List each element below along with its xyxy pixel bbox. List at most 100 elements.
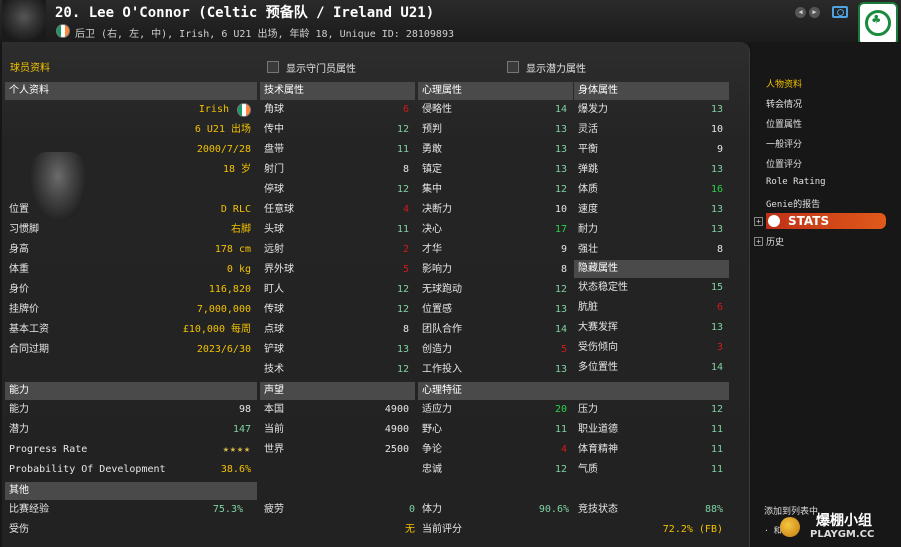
hidden-attr-value: 3: [716, 342, 723, 353]
technical-list: 角球 6 传中 12 盘带 11 射门 8 停球 12 任意球 4 头球 11 远射 2 界外球 5 盯人 12 传球 1…: [260, 100, 415, 380]
mental-attr-value: 13: [554, 364, 567, 375]
ireland-flag-icon: [56, 24, 70, 38]
mental-trait-value: 11: [710, 464, 723, 475]
technical-attr-row: 头球 11: [260, 220, 415, 240]
technical-attr-value: 6: [402, 104, 409, 115]
physical-attr-value: 13: [710, 164, 723, 175]
ability-column: 能力 能力 98 潜力 147 Progress Rate ★★★★ Proba…: [5, 382, 257, 480]
current-ability-value: 98: [238, 404, 251, 415]
physical-attr-value: 8: [716, 244, 723, 255]
sidebar-item-history[interactable]: 历史: [766, 235, 784, 248]
show-gk-attributes-checkbox[interactable]: [267, 61, 279, 73]
mental-attr-row: 无球跑动 12: [418, 280, 573, 300]
fatigue-value: 0: [408, 504, 415, 515]
title-bar: 20. Lee O'Connor (Celtic 预备队 / Ireland U…: [0, 0, 901, 46]
fatigue-label: 疲劳: [264, 504, 284, 515]
stats-expand-toggle[interactable]: +: [754, 217, 763, 226]
other-row-1: 比赛经验 75.3% 疲劳 0 体力 90.6% 竞技状态 88%: [5, 500, 729, 520]
mental-attr-label: 决断力: [422, 204, 452, 215]
personal-detail-value: 2023/6/30: [196, 344, 251, 355]
reputation-row: 世界 2500: [260, 440, 415, 460]
mental-attr-value: 9: [560, 244, 567, 255]
mental-attr-label: 工作投入: [422, 364, 462, 375]
mental-trait-row: 适应力 20 压力 12: [418, 400, 729, 420]
technical-attr-label: 停球: [264, 184, 284, 195]
technical-attr-value: 8: [402, 164, 409, 175]
show-potential-attributes-label: 显示潜力属性: [526, 64, 586, 75]
mental-attr-row: 位置感 13: [418, 300, 573, 320]
physical-attr-label: 强壮: [578, 244, 598, 255]
sidebar-item-positions[interactable]: 位置属性: [766, 117, 802, 130]
reputation-header: 声望: [260, 382, 415, 400]
next-player-button[interactable]: ▶: [809, 7, 820, 18]
personal-info-header: 个人资料: [5, 82, 257, 100]
personal-detail-row: 合同过期 2023/6/30: [5, 340, 257, 360]
mental-attr-value: 12: [554, 184, 567, 195]
hidden-attr-label: 大赛发挥: [578, 322, 618, 333]
mental-trait-label: 压力: [578, 404, 598, 415]
history-expand-toggle[interactable]: +: [754, 237, 763, 246]
physical-column: 身体属性 爆发力 13 灵活 10 平衡 9 弹跳 13 体质 16 速度 13 耐力 13 强壮 8 隐藏属…: [574, 82, 729, 378]
mental-attr-label: 集中: [422, 184, 442, 195]
mental-attr-row: 勇敢 13: [418, 140, 573, 160]
technical-attr-row: 任意球 4: [260, 200, 415, 220]
injury-label: 受伤: [9, 524, 29, 535]
mental-trait-label: 忠诚: [422, 464, 442, 475]
technical-attr-row: 远射 2: [260, 240, 415, 260]
sidebar-item-position-rating[interactable]: 位置评分: [766, 157, 802, 170]
sidebar-item-stats[interactable]: STATS: [766, 213, 886, 229]
mental-attr-label: 侵略性: [422, 104, 452, 115]
age-value: 18 岁: [222, 164, 251, 175]
other-row-2: 受伤 无 当前评分 72.2% (FB): [5, 520, 729, 540]
hidden-attr-value: 15: [710, 282, 723, 293]
hidden-attr-row: 肮脏 6: [574, 298, 729, 318]
technical-attr-label: 点球: [264, 324, 284, 335]
personal-detail-value: 7,000,000: [196, 304, 251, 315]
hidden-attr-label: 受伤倾向: [578, 342, 618, 353]
potential-ability-label: 潜力: [9, 424, 29, 435]
hidden-header: 隐藏属性: [574, 260, 729, 278]
football-logo-icon: [780, 517, 800, 537]
physical-attr-value: 13: [710, 224, 723, 235]
mental-trait-row: 忠诚 12 气质 11: [418, 460, 729, 480]
previous-player-button[interactable]: ◀: [795, 7, 806, 18]
mental-attr-label: 影响力: [422, 264, 452, 275]
personal-detail-row: 体重 0 kg: [5, 260, 257, 280]
mental-trait-value: 11: [710, 444, 723, 455]
physical-attr-value: 16: [710, 184, 723, 195]
show-potential-attributes-checkbox[interactable]: [507, 61, 519, 73]
mental-attr-value: 13: [554, 124, 567, 135]
physical-attr-row: 体质 16: [574, 180, 729, 200]
potential-ability-row: 潜力 147: [5, 420, 257, 440]
sidebar-item-transfer[interactable]: 转会情况: [766, 97, 802, 110]
sidebar-item-profile[interactable]: 人物资料: [766, 77, 802, 90]
camera-icon[interactable]: [832, 6, 848, 18]
site-watermark: 添加到列表中 · 和 爆棚小组 PLAYGM.CC: [764, 505, 901, 547]
stats-label: STATS: [788, 214, 830, 228]
dob-value: 2000/7/28: [196, 144, 251, 155]
physical-attr-row: 爆发力 13: [574, 100, 729, 120]
technical-attr-value: 12: [396, 124, 409, 135]
technical-attr-row: 技术 12: [260, 360, 415, 380]
mental-attr-row: 决断力 10: [418, 200, 573, 220]
mental-attr-row: 集中 12: [418, 180, 573, 200]
sidebar-item-general-rating[interactable]: 一般评分: [766, 137, 802, 150]
personal-detail-value: 178 cm: [214, 244, 251, 255]
reputation-row: 本国 4900: [260, 400, 415, 420]
mental-attr-value: 13: [554, 144, 567, 155]
reputation-column: 声望 本国 4900 当前 4900 世界 2500: [260, 382, 415, 460]
mental-column: 心理属性 侵略性 14 预判 13 勇敢 13 镇定 13 集中 12 决断力 10 决心 17 才华 9 影响…: [418, 82, 573, 380]
mental-attr-label: 位置感: [422, 304, 452, 315]
personal-detail-value: 0 kg: [226, 264, 251, 275]
sidebar-item-role-rating[interactable]: Role Rating: [766, 177, 826, 187]
mental-traits-column: 心理特征 适应力 20 压力 12 野心 11 职业道德 11 争论 4 体育精神 11 忠诚 12 气质 1…: [418, 382, 729, 480]
watermark-site: PLAYGM.CC: [810, 529, 875, 540]
sidebar-item-genie-report[interactable]: Genie的报告: [766, 197, 820, 210]
mental-traits-list: 适应力 20 压力 12 野心 11 职业道德 11 争论 4 体育精神 11 忠诚 12 气质 11: [418, 400, 729, 480]
reputation-label: 当前: [264, 424, 284, 435]
personal-detail-label: 身高: [9, 244, 29, 255]
hidden-attr-label: 状态稳定性: [578, 282, 628, 293]
add-to-list-text[interactable]: 添加到列表中: [764, 504, 818, 517]
hidden-attr-row: 大赛发挥 13: [574, 318, 729, 338]
physical-attr-value: 13: [710, 104, 723, 115]
